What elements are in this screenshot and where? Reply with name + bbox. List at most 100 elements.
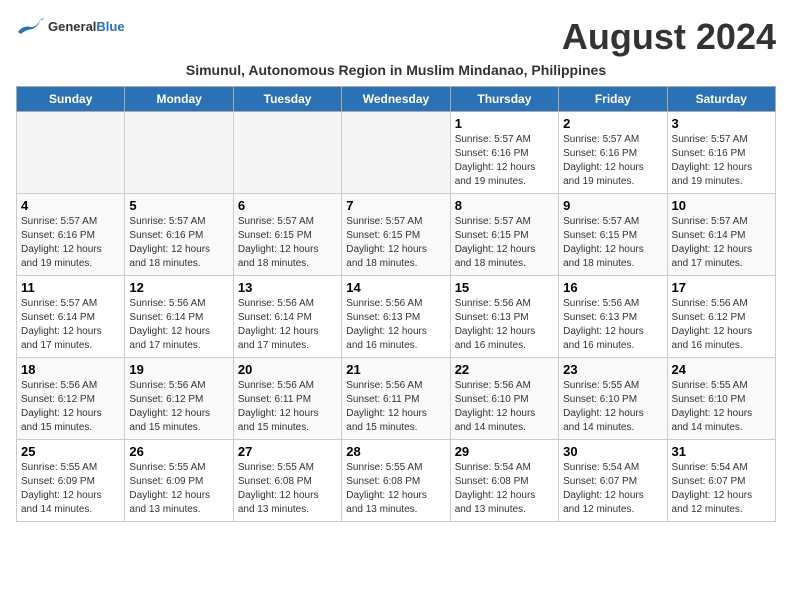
day-number: 17 [672, 280, 771, 295]
day-number: 12 [129, 280, 228, 295]
day-detail: Sunrise: 5:57 AM Sunset: 6:15 PM Dayligh… [455, 215, 554, 271]
day-number: 10 [672, 198, 771, 213]
calendar-cell [125, 112, 233, 194]
day-detail: Sunrise: 5:57 AM Sunset: 6:16 PM Dayligh… [21, 215, 120, 271]
day-number: 28 [346, 444, 445, 459]
calendar-cell: 12 Sunrise: 5:56 AM Sunset: 6:14 PM Dayli… [125, 276, 233, 358]
day-number: 25 [21, 444, 120, 459]
day-number: 1 [455, 116, 554, 131]
day-number: 24 [672, 362, 771, 377]
day-number: 21 [346, 362, 445, 377]
calendar-cell: 1 Sunrise: 5:57 AM Sunset: 6:16 PM Daylig… [450, 112, 558, 194]
calendar-cell: 11 Sunrise: 5:57 AM Sunset: 6:14 PM Dayli… [17, 276, 125, 358]
weekday-header-thursday: Thursday [450, 87, 558, 112]
weekday-header-sunday: Sunday [17, 87, 125, 112]
day-detail: Sunrise: 5:56 AM Sunset: 6:14 PM Dayligh… [129, 297, 228, 353]
day-detail: Sunrise: 5:56 AM Sunset: 6:11 PM Dayligh… [238, 379, 337, 435]
day-detail: Sunrise: 5:57 AM Sunset: 6:14 PM Dayligh… [21, 297, 120, 353]
day-detail: Sunrise: 5:55 AM Sunset: 6:09 PM Dayligh… [129, 461, 228, 517]
day-number: 13 [238, 280, 337, 295]
calendar-cell: 17 Sunrise: 5:56 AM Sunset: 6:12 PM Dayli… [667, 276, 775, 358]
calendar-cell: 21Sunrise: 5:56 AM Sunset: 6:11 PM Dayli… [342, 358, 450, 440]
day-detail: Sunrise: 5:57 AM Sunset: 6:15 PM Dayligh… [563, 215, 662, 271]
day-detail: Sunrise: 5:55 AM Sunset: 6:08 PM Dayligh… [346, 461, 445, 517]
calendar-cell: 25 Sunrise: 5:55 AM Sunset: 6:09 PM Dayli… [17, 440, 125, 522]
day-detail: Sunrise: 5:56 AM Sunset: 6:14 PM Dayligh… [238, 297, 337, 353]
day-number: 29 [455, 444, 554, 459]
weekday-header-monday: Monday [125, 87, 233, 112]
day-detail: Sunrise: 5:57 AM Sunset: 6:15 PM Dayligh… [238, 215, 337, 271]
day-detail: Sunrise: 5:57 AM Sunset: 6:15 PM Dayligh… [346, 215, 445, 271]
calendar-table: SundayMondayTuesdayWednesdayThursdayFrid… [16, 86, 776, 522]
calendar-cell: 4Sunrise: 5:57 AM Sunset: 6:16 PM Daylig… [17, 194, 125, 276]
calendar-cell: 27 Sunrise: 5:55 AM Sunset: 6:08 PM Dayli… [233, 440, 341, 522]
calendar-cell: 20 Sunrise: 5:56 AM Sunset: 6:11 PM Dayli… [233, 358, 341, 440]
calendar-cell: 16 Sunrise: 5:56 AM Sunset: 6:13 PM Dayli… [559, 276, 667, 358]
day-number: 15 [455, 280, 554, 295]
day-number: 16 [563, 280, 662, 295]
day-number: 31 [672, 444, 771, 459]
weekday-header-tuesday: Tuesday [233, 87, 341, 112]
calendar-cell: 18 Sunrise: 5:56 AM Sunset: 6:12 PM Dayli… [17, 358, 125, 440]
day-number: 23 [563, 362, 662, 377]
day-number: 22 [455, 362, 554, 377]
calendar-cell: 24 Sunrise: 5:55 AM Sunset: 6:10 PM Dayli… [667, 358, 775, 440]
day-detail: Sunrise: 5:57 AM Sunset: 6:16 PM Dayligh… [455, 133, 554, 189]
calendar-cell: 26 Sunrise: 5:55 AM Sunset: 6:09 PM Dayli… [125, 440, 233, 522]
calendar-cell: 23 Sunrise: 5:55 AM Sunset: 6:10 PM Dayli… [559, 358, 667, 440]
day-detail: Sunrise: 5:57 AM Sunset: 6:14 PM Dayligh… [672, 215, 771, 271]
page-title: August 2024 [562, 16, 776, 58]
calendar-cell: 6Sunrise: 5:57 AM Sunset: 6:15 PM Daylig… [233, 194, 341, 276]
day-detail: Sunrise: 5:54 AM Sunset: 6:07 PM Dayligh… [672, 461, 771, 517]
day-detail: Sunrise: 5:56 AM Sunset: 6:12 PM Dayligh… [129, 379, 228, 435]
day-detail: Sunrise: 5:54 AM Sunset: 6:08 PM Dayligh… [455, 461, 554, 517]
day-number: 11 [21, 280, 120, 295]
weekday-header-wednesday: Wednesday [342, 87, 450, 112]
day-number: 19 [129, 362, 228, 377]
calendar-cell: 29 Sunrise: 5:54 AM Sunset: 6:08 PM Dayli… [450, 440, 558, 522]
day-number: 9 [563, 198, 662, 213]
day-detail: Sunrise: 5:56 AM Sunset: 6:13 PM Dayligh… [455, 297, 554, 353]
day-detail: Sunrise: 5:55 AM Sunset: 6:08 PM Dayligh… [238, 461, 337, 517]
day-number: 27 [238, 444, 337, 459]
day-detail: Sunrise: 5:57 AM Sunset: 6:16 PM Dayligh… [129, 215, 228, 271]
day-detail: Sunrise: 5:56 AM Sunset: 6:13 PM Dayligh… [563, 297, 662, 353]
calendar-cell: 8 Sunrise: 5:57 AM Sunset: 6:15 PM Daylig… [450, 194, 558, 276]
logo-general: General [48, 19, 96, 34]
day-number: 26 [129, 444, 228, 459]
day-detail: Sunrise: 5:57 AM Sunset: 6:16 PM Dayligh… [672, 133, 771, 189]
calendar-cell: 19 Sunrise: 5:56 AM Sunset: 6:12 PM Dayli… [125, 358, 233, 440]
day-number: 8 [455, 198, 554, 213]
calendar-cell: 3 Sunrise: 5:57 AM Sunset: 6:16 PM Daylig… [667, 112, 775, 194]
day-detail: Sunrise: 5:54 AM Sunset: 6:07 PM Dayligh… [563, 461, 662, 517]
day-number: 18 [21, 362, 120, 377]
page-subtitle: Simunul, Autonomous Region in Muslim Min… [16, 62, 776, 78]
day-number: 20 [238, 362, 337, 377]
day-detail: Sunrise: 5:55 AM Sunset: 6:10 PM Dayligh… [563, 379, 662, 435]
calendar-cell: 13 Sunrise: 5:56 AM Sunset: 6:14 PM Dayli… [233, 276, 341, 358]
day-detail: Sunrise: 5:55 AM Sunset: 6:10 PM Dayligh… [672, 379, 771, 435]
calendar-cell: 2Sunrise: 5:57 AM Sunset: 6:16 PM Daylig… [559, 112, 667, 194]
day-number: 5 [129, 198, 228, 213]
day-detail: Sunrise: 5:56 AM Sunset: 6:12 PM Dayligh… [672, 297, 771, 353]
calendar-cell: 15 Sunrise: 5:56 AM Sunset: 6:13 PM Dayli… [450, 276, 558, 358]
day-detail: Sunrise: 5:56 AM Sunset: 6:13 PM Dayligh… [346, 297, 445, 353]
day-number: 14 [346, 280, 445, 295]
weekday-header-saturday: Saturday [667, 87, 775, 112]
calendar-cell: 31 Sunrise: 5:54 AM Sunset: 6:07 PM Dayli… [667, 440, 775, 522]
day-detail: Sunrise: 5:56 AM Sunset: 6:10 PM Dayligh… [455, 379, 554, 435]
weekday-header-friday: Friday [559, 87, 667, 112]
calendar-cell: 5 Sunrise: 5:57 AM Sunset: 6:16 PM Daylig… [125, 194, 233, 276]
logo-blue: Blue [96, 19, 124, 34]
calendar-cell: 10 Sunrise: 5:57 AM Sunset: 6:14 PM Dayli… [667, 194, 775, 276]
day-number: 3 [672, 116, 771, 131]
logo-icon [16, 16, 44, 36]
day-detail: Sunrise: 5:55 AM Sunset: 6:09 PM Dayligh… [21, 461, 120, 517]
day-detail: Sunrise: 5:57 AM Sunset: 6:16 PM Dayligh… [563, 133, 662, 189]
calendar-cell: 28 Sunrise: 5:55 AM Sunset: 6:08 PM Dayli… [342, 440, 450, 522]
logo: General Blue [16, 16, 125, 36]
day-detail: Sunrise: 5:56 AM Sunset: 6:12 PM Dayligh… [21, 379, 120, 435]
calendar-cell [342, 112, 450, 194]
day-number: 7 [346, 198, 445, 213]
calendar-cell: 30Sunrise: 5:54 AM Sunset: 6:07 PM Dayli… [559, 440, 667, 522]
